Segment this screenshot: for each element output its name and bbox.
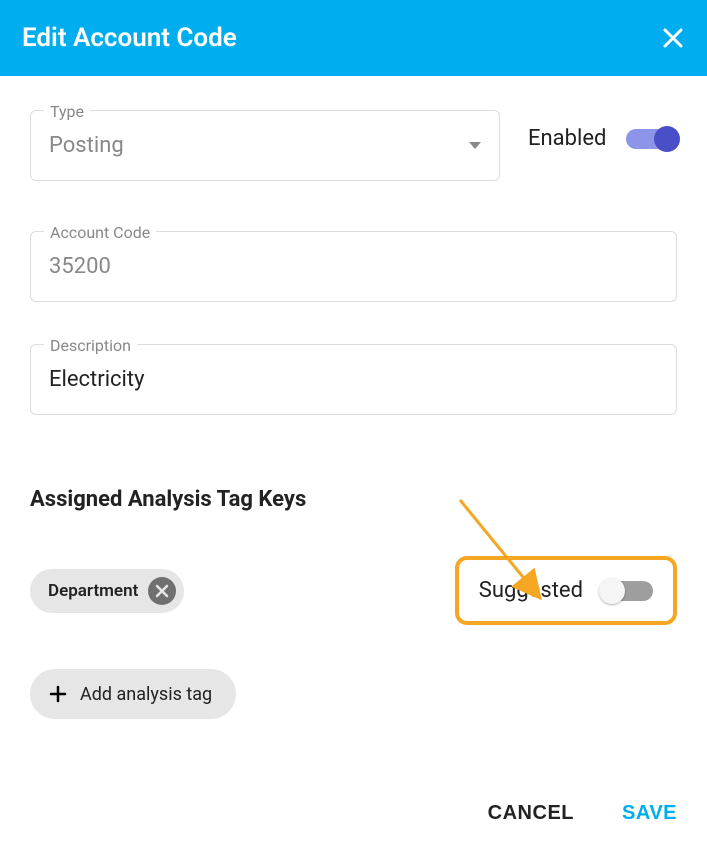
account-code-label: Account Code — [44, 223, 156, 242]
dialog-footer: CANCEL SAVE — [488, 802, 677, 825]
type-row: Type Posting Enabled — [30, 96, 677, 181]
description-value: Electricity — [49, 367, 145, 392]
type-label: Type — [44, 102, 90, 121]
dialog-body: Type Posting Enabled Account Code 35200 … — [0, 76, 707, 719]
toggle-thumb — [599, 578, 625, 604]
plus-icon — [48, 684, 68, 704]
suggested-toggle[interactable] — [601, 581, 653, 601]
close-icon — [155, 584, 169, 598]
description-label: Description — [44, 336, 137, 355]
close-button[interactable] — [661, 26, 685, 50]
toggle-thumb — [654, 126, 680, 152]
suggested-highlight-box: Suggested — [455, 556, 677, 625]
close-icon — [661, 26, 685, 50]
assigned-tags-heading: Assigned Analysis Tag Keys — [30, 487, 677, 512]
dialog-header: Edit Account Code — [0, 0, 707, 76]
description-wrap: Description Electricity — [30, 344, 677, 415]
dialog-title: Edit Account Code — [22, 23, 237, 53]
save-button[interactable]: SAVE — [622, 802, 677, 825]
add-analysis-tag-label: Add analysis tag — [80, 684, 212, 705]
tag-remove-button[interactable] — [148, 577, 176, 605]
add-analysis-tag-button[interactable]: Add analysis tag — [30, 669, 236, 719]
type-value: Posting — [49, 133, 124, 158]
chevron-down-icon — [469, 142, 481, 149]
enabled-toggle[interactable] — [626, 129, 678, 149]
tag-row: Department Suggested — [30, 556, 677, 625]
tag-chip-department: Department — [30, 569, 184, 613]
account-code-value: 35200 — [49, 254, 111, 279]
type-select[interactable]: Posting — [30, 110, 500, 181]
suggested-label: Suggested — [479, 578, 583, 603]
cancel-button[interactable]: CANCEL — [488, 802, 574, 825]
type-field-wrap: Type Posting — [30, 110, 500, 181]
tag-chip-label: Department — [48, 581, 138, 601]
enabled-label: Enabled — [528, 126, 606, 151]
account-code-wrap: Account Code 35200 — [30, 231, 677, 302]
